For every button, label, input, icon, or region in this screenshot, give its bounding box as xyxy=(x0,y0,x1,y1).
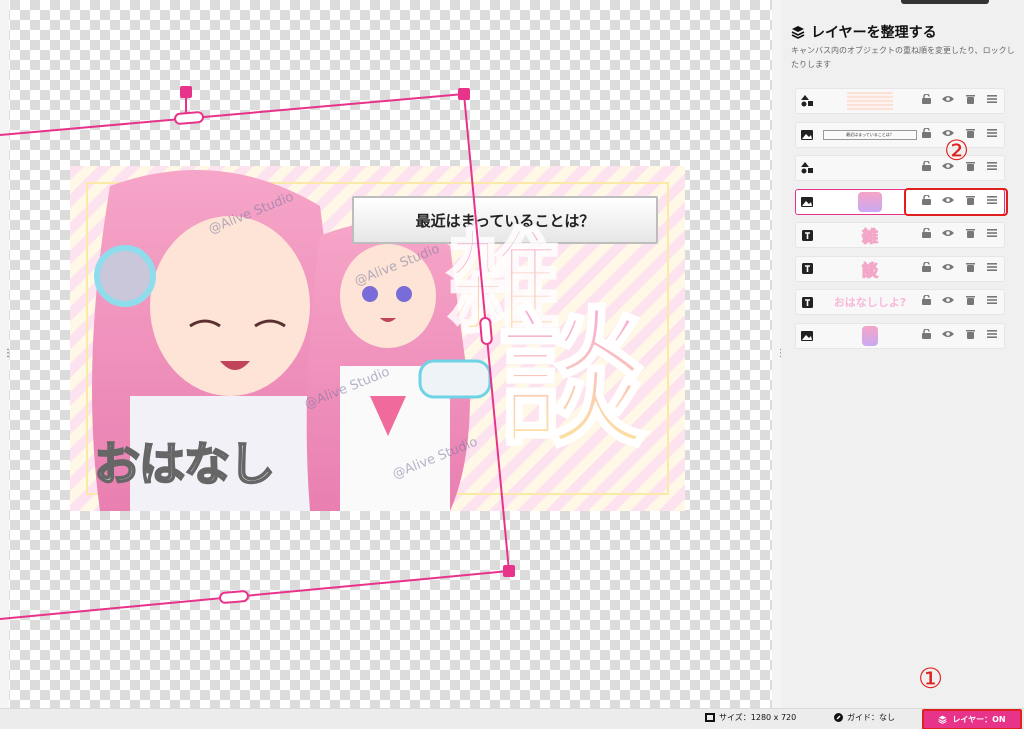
layer-row[interactable]: 最近はまっていることは？ xyxy=(795,121,1005,148)
lock-icon[interactable] xyxy=(918,94,934,104)
canvas-area[interactable]: ⋮ 最近はまって xyxy=(0,0,772,708)
rotate-handle[interactable] xyxy=(180,86,192,98)
layer-row[interactable] xyxy=(795,322,1005,349)
layer-toggle-label: レイヤー：ON xyxy=(952,715,1006,724)
trash-icon[interactable] xyxy=(962,94,978,104)
annotation-marker-1: ① xyxy=(918,662,944,695)
lock-icon[interactable] xyxy=(918,261,934,272)
menu-icon[interactable] xyxy=(984,128,1000,138)
layer-thumbnail xyxy=(822,159,918,177)
eye-icon[interactable] xyxy=(940,95,956,103)
panel-title-text: レイヤーを整理する xyxy=(811,25,937,41)
trash-icon[interactable] xyxy=(962,228,978,238)
layer-row-selected[interactable] xyxy=(795,187,1008,216)
layer-list: 最近はまっていることは？ ② 雑 談 おはなししよ? xyxy=(795,88,1008,356)
trash-icon[interactable] xyxy=(962,329,978,339)
layer-thumbnail xyxy=(822,191,918,212)
status-bar: サイズ：1280 x 720 ガイド：なし レイヤー：ON xyxy=(0,708,1024,729)
image-icon xyxy=(796,196,818,207)
guide-toggle[interactable]: ガイド：なし xyxy=(834,712,895,723)
guide-icon xyxy=(834,713,843,722)
trash-icon[interactable] xyxy=(962,295,978,305)
layer-panel: レイヤーを整理する キャンバス内のオブジェクトの重ね順を変更したり、ロックしたり… xyxy=(781,0,1024,708)
layer-thumbnail xyxy=(822,92,918,110)
shapes-icon xyxy=(796,95,818,107)
trash-icon[interactable] xyxy=(962,195,978,205)
lock-icon[interactable] xyxy=(918,127,934,138)
layer-thumbnail: 最近はまっていることは？ xyxy=(822,126,918,144)
layer-row[interactable] xyxy=(795,88,1005,114)
layer-row[interactable]: 雑 xyxy=(795,222,1005,248)
guide-label: ガイド：なし xyxy=(847,713,895,722)
menu-icon[interactable] xyxy=(984,195,1000,205)
menu-icon[interactable] xyxy=(984,295,1000,305)
text-icon xyxy=(796,229,818,241)
trash-icon[interactable] xyxy=(962,262,978,272)
edge-handle-bottom[interactable] xyxy=(219,590,249,604)
panel-title: レイヤーを整理する xyxy=(791,22,937,42)
layer-thumbnail: 雑 xyxy=(861,227,878,247)
image-icon xyxy=(796,330,818,341)
layer-thumbnail xyxy=(822,325,918,346)
eye-icon[interactable] xyxy=(940,296,956,304)
layers-icon xyxy=(938,715,947,724)
edge-handle-top[interactable] xyxy=(174,111,204,125)
selection-transform-box[interactable] xyxy=(0,0,772,708)
layer-thumbnail: おはなししよ? xyxy=(833,296,907,309)
canvas-size-indicator[interactable]: サイズ：1280 x 720 xyxy=(705,712,796,723)
size-label: サイズ：1280 x 720 xyxy=(719,713,797,722)
menu-icon[interactable] xyxy=(984,228,1000,238)
layer-toggle-button[interactable]: レイヤー：ON xyxy=(922,709,1022,729)
eye-icon[interactable] xyxy=(940,196,956,204)
corner-handle-bottom-right[interactable] xyxy=(503,565,515,577)
layer-row[interactable]: 談 xyxy=(795,255,1005,282)
annotation-marker-2: ② xyxy=(944,134,970,167)
panel-description: キャンバス内のオブジェクトの重ね順を変更したり、ロックしたりします xyxy=(791,46,1015,69)
menu-icon[interactable] xyxy=(984,329,1000,339)
layers-icon xyxy=(791,26,805,39)
shapes-icon xyxy=(796,162,818,174)
right-resize-handle[interactable]: ⋮ xyxy=(776,349,786,359)
corner-handle-top-right[interactable] xyxy=(458,88,470,100)
eye-icon[interactable] xyxy=(940,229,956,237)
lock-icon[interactable] xyxy=(918,295,934,305)
panel-tab-indicator xyxy=(901,0,989,4)
menu-icon[interactable] xyxy=(984,161,1000,171)
eye-icon[interactable] xyxy=(940,330,956,338)
size-icon xyxy=(705,713,715,722)
text-icon xyxy=(796,296,818,308)
layer-row[interactable]: ② xyxy=(795,134,1005,181)
lock-icon[interactable] xyxy=(918,328,934,339)
lock-icon[interactable] xyxy=(918,194,934,205)
eye-icon[interactable] xyxy=(940,263,956,271)
menu-icon[interactable] xyxy=(984,94,1000,104)
lock-icon[interactable] xyxy=(918,228,934,238)
text-icon xyxy=(796,263,818,274)
menu-icon[interactable] xyxy=(984,262,1000,272)
edge-handle-right[interactable] xyxy=(479,317,493,345)
layer-thumbnail: 談 xyxy=(861,260,878,280)
lock-icon[interactable] xyxy=(918,161,934,171)
layer-row[interactable]: おはなししよ? xyxy=(795,289,1005,315)
image-icon xyxy=(796,129,818,140)
